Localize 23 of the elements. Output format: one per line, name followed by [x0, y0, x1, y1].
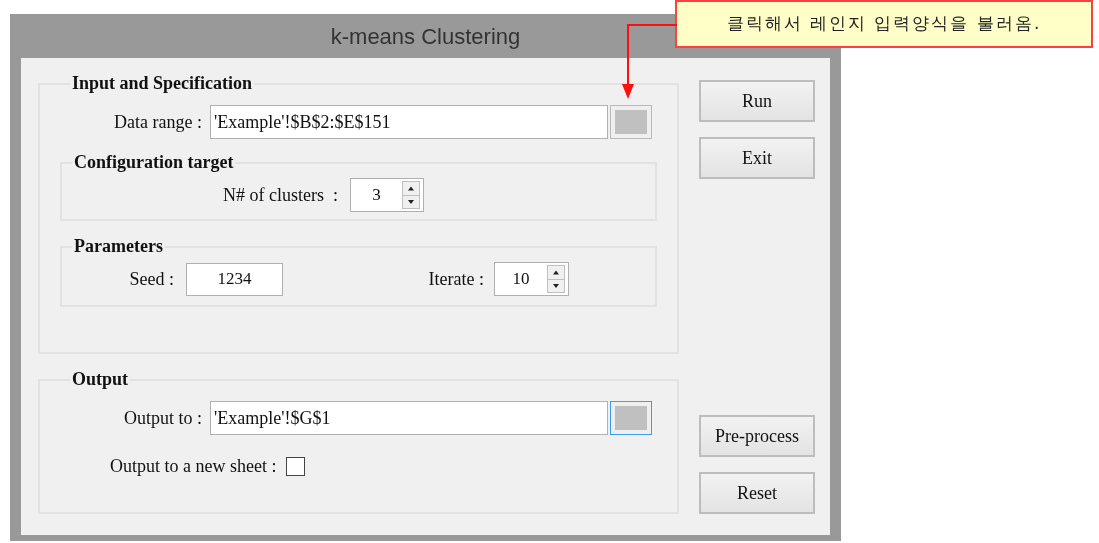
field-label: N# of clusters : — [222, 183, 339, 207]
group-title: Parameters — [73, 235, 164, 258]
number-spinner[interactable]: 3 — [350, 178, 424, 212]
checkbox-label: Output to a new sheet : — [110, 455, 278, 478]
window-title: k-means Clustering — [330, 22, 521, 51]
number-spinner[interactable]: 10 — [494, 262, 569, 296]
output-range-field[interactable]: 'Example'!$G$1 — [210, 401, 608, 435]
data-range-field[interactable]: 'Example'!$B$2:$E$151 — [210, 105, 608, 139]
field-label: Seed : — [128, 267, 175, 291]
dialog-button[interactable]: Pre-process — [699, 415, 815, 457]
callout-note: 클릭해서 레인지 입력양식을 불러옴. — [675, 0, 1093, 48]
group-title: Configuration target — [73, 151, 235, 174]
new-sheet-checkbox[interactable] — [286, 457, 306, 476]
range-picker-button[interactable] — [610, 401, 652, 435]
field-label: Iterate : — [427, 267, 485, 291]
dialog-button[interactable]: Exit — [699, 137, 815, 179]
group-title: Input and Specification — [71, 72, 254, 95]
dialog-button[interactable]: Reset — [699, 472, 815, 514]
field-label: Data range : — [113, 110, 203, 134]
group-title: Output — [71, 368, 130, 391]
dialog-button[interactable]: Run — [699, 80, 815, 122]
field-label: Output to : — [123, 406, 203, 430]
seed-field[interactable]: 1234 — [186, 262, 283, 296]
